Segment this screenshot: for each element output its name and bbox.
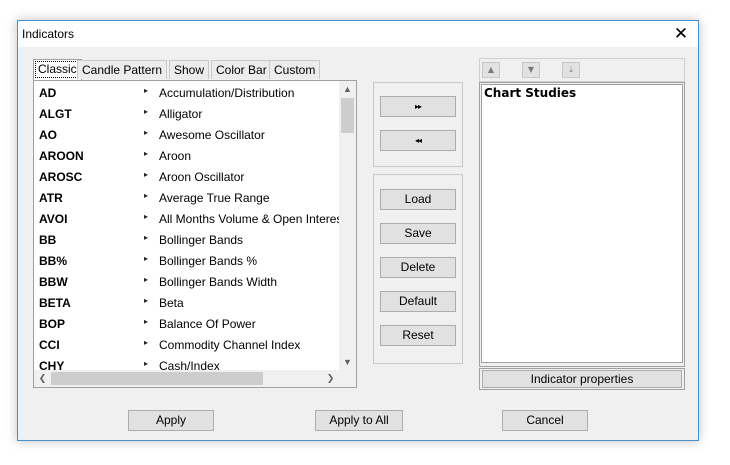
list-item[interactable]: AO ▸ Awesome Oscillator	[34, 125, 339, 146]
list-item[interactable]: ALGT ▸ Alligator	[34, 104, 339, 125]
indicator-code: BB%	[39, 254, 68, 268]
list-item[interactable]: BB% ▸ Bollinger Bands %	[34, 251, 339, 272]
tab-classic[interactable]: Classic	[33, 59, 82, 80]
expand-arrow-icon[interactable]: ▸	[144, 86, 148, 95]
horizontal-scrollbar[interactable]: ❮ ❯	[34, 370, 339, 387]
indicator-name: Bollinger Bands	[159, 233, 244, 247]
indicator-name: Aroon Oscillator	[159, 170, 245, 184]
indicator-name: Balance Of Power	[159, 317, 256, 331]
expand-arrow-icon[interactable]: ▸	[144, 317, 148, 326]
tab-color-bar[interactable]: Color Bar	[211, 60, 272, 79]
indicator-name: Bollinger Bands Width	[159, 275, 278, 289]
list-item[interactable]: AD ▸ Accumulation/Distribution	[34, 83, 339, 104]
load-button[interactable]: Load	[380, 189, 456, 210]
list-item[interactable]: AVOI ▸ All Months Volume & Open Interest	[34, 209, 339, 230]
indicator-code: AROSC	[39, 170, 83, 184]
list-item[interactable]: BOP ▸ Balance Of Power	[34, 314, 339, 335]
horizontal-scroll-thumb[interactable]	[51, 372, 263, 385]
chart-studies-panel: Chart Studies	[479, 82, 685, 367]
indicator-list: AD ▸ Accumulation/Distribution ALGT ▸ Al…	[33, 80, 357, 388]
expand-arrow-icon[interactable]: ▸	[144, 128, 148, 137]
tab-candle-pattern[interactable]: Candle Pattern	[77, 60, 168, 79]
expand-arrow-icon[interactable]: ▸	[144, 296, 148, 305]
indicator-code: AO	[39, 128, 57, 142]
expand-arrow-icon[interactable]: ▸	[144, 191, 148, 200]
indicator-name: All Months Volume & Open Interest	[159, 212, 339, 226]
list-item[interactable]: AROON ▸ Aroon	[34, 146, 339, 167]
vertical-scrollbar[interactable]: ▲ ▼	[339, 81, 356, 371]
transfer-group	[373, 82, 463, 167]
list-item[interactable]: CCI ▸ Commodity Channel Index	[34, 335, 339, 356]
save-button[interactable]: Save	[380, 223, 456, 244]
chart-studies-list[interactable]: Chart Studies	[481, 84, 683, 363]
dialog-title: Indicators	[22, 27, 75, 41]
move-bottom-icon[interactable]: ⤓	[562, 62, 580, 78]
vertical-scroll-thumb[interactable]	[341, 98, 354, 133]
indicator-name: Commodity Channel Index	[159, 338, 301, 352]
close-icon[interactable]: ✕	[664, 21, 698, 47]
title-bar: Indicators ✕	[18, 21, 698, 47]
expand-arrow-icon[interactable]: ▸	[144, 170, 148, 179]
move-up-icon[interactable]: ▲	[482, 62, 500, 78]
reset-button[interactable]: Reset	[380, 325, 456, 346]
indicator-code: ATR	[39, 191, 63, 205]
scroll-down-icon[interactable]: ▼	[339, 354, 356, 371]
scroll-up-icon[interactable]: ▲	[339, 81, 356, 98]
delete-button[interactable]: Delete	[380, 257, 456, 278]
default-button[interactable]: Default	[380, 291, 456, 312]
indicator-code: AROON	[39, 149, 84, 163]
remove-indicator-button[interactable]: ◂◂	[380, 130, 456, 151]
indicator-name: Average True Range	[159, 191, 270, 205]
scroll-left-icon[interactable]: ❮	[34, 370, 51, 387]
indicator-name: Aroon	[159, 149, 192, 163]
indicator-name: Awesome Oscillator	[159, 128, 265, 142]
indicator-code: CCI	[39, 338, 60, 352]
indicator-properties-frame: Indicator properties	[479, 368, 685, 390]
indicator-name: Bollinger Bands %	[159, 254, 258, 268]
indicator-properties-button[interactable]: Indicator properties	[482, 370, 682, 388]
apply-button[interactable]: Apply	[128, 410, 214, 431]
list-item[interactable]: BETA ▸ Beta	[34, 293, 339, 314]
apply-to-all-button[interactable]: Apply to All	[315, 410, 403, 431]
add-indicator-button[interactable]: ▸▸	[380, 96, 456, 117]
indicator-code: AD	[39, 86, 57, 100]
expand-arrow-icon[interactable]: ▸	[144, 233, 148, 242]
indicator-name: Beta	[159, 296, 184, 310]
indicator-rows: AD ▸ Accumulation/Distribution ALGT ▸ Al…	[34, 81, 339, 371]
list-item[interactable]: ATR ▸ Average True Range	[34, 188, 339, 209]
list-item[interactable]: BBW ▸ Bollinger Bands Width	[34, 272, 339, 293]
indicator-code: BOP	[39, 317, 66, 331]
expand-arrow-icon[interactable]: ▸	[144, 359, 148, 368]
list-item[interactable]: AROSC ▸ Aroon Oscillator	[34, 167, 339, 188]
indicators-dialog: Indicators ✕ Classic Candle Pattern Show…	[17, 20, 699, 441]
cancel-button[interactable]: Cancel	[502, 410, 588, 431]
tab-show[interactable]: Show	[169, 60, 210, 79]
expand-arrow-icon[interactable]: ▸	[144, 107, 148, 116]
move-down-icon[interactable]: ▼	[522, 62, 540, 78]
tab-custom[interactable]: Custom	[269, 60, 321, 79]
expand-arrow-icon[interactable]: ▸	[144, 149, 148, 158]
expand-arrow-icon[interactable]: ▸	[144, 338, 148, 347]
list-item[interactable]: CHY ▸ Cash/Index	[34, 356, 339, 371]
indicator-code: BBW	[39, 275, 68, 289]
indicator-code: BB	[39, 233, 57, 247]
indicator-name: Accumulation/Distribution	[159, 86, 295, 100]
scroll-corner	[339, 370, 356, 387]
expand-arrow-icon[interactable]: ▸	[144, 254, 148, 263]
scroll-right-icon[interactable]: ❯	[322, 370, 339, 387]
expand-arrow-icon[interactable]: ▸	[144, 275, 148, 284]
list-item[interactable]: BB ▸ Bollinger Bands	[34, 230, 339, 251]
expand-arrow-icon[interactable]: ▸	[144, 212, 148, 221]
chart-studies-title: Chart Studies	[484, 86, 577, 100]
indicator-name: Alligator	[159, 107, 203, 121]
indicator-code: ALGT	[39, 107, 72, 121]
indicator-code: BETA	[39, 296, 71, 310]
indicator-code: AVOI	[39, 212, 68, 226]
studies-toolbar: ▲ ▼ ⤓	[479, 58, 685, 82]
